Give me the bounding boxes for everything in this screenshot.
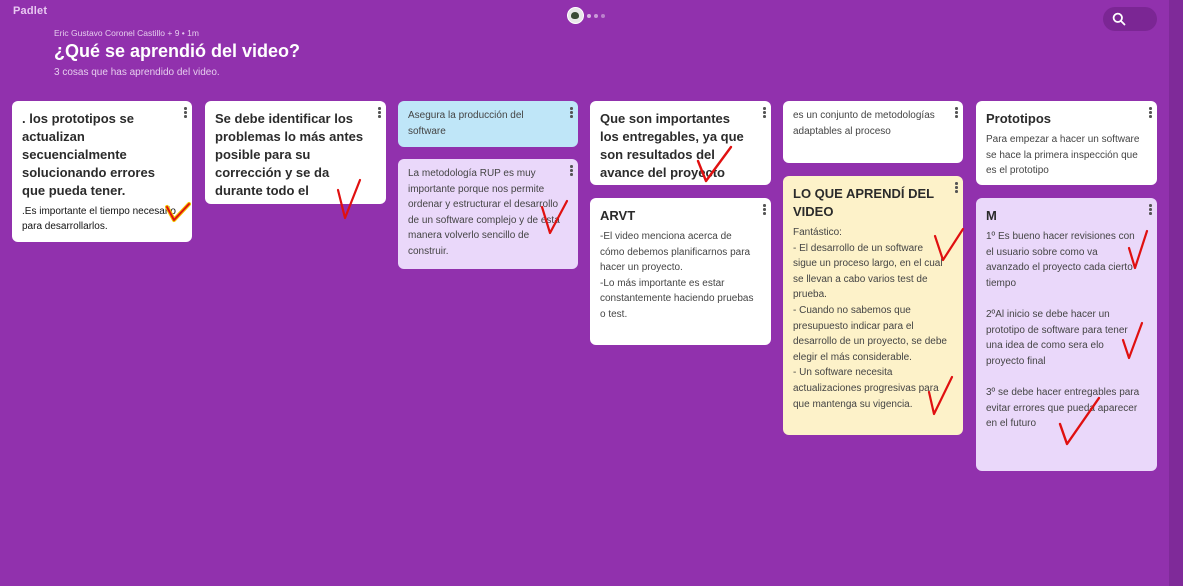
more-options-icon[interactable] xyxy=(954,182,959,194)
post-card[interactable]: M 1º Es bueno hacer revisiones con el us… xyxy=(976,198,1157,471)
post-card[interactable]: Se debe identificar los problemas lo más… xyxy=(205,101,386,204)
search-button[interactable] xyxy=(1103,7,1157,31)
post-title: Que son importantes los entregables, ya … xyxy=(600,111,744,180)
post-card[interactable]: ARVT -El video menciona acerca de cómo d… xyxy=(590,198,771,345)
post-title: LO QUE APRENDÍ DEL VIDEO xyxy=(793,186,934,219)
post-body: 1º Es bueno hacer revisiones con el usua… xyxy=(986,231,1140,430)
more-options-icon[interactable] xyxy=(377,107,382,119)
more-options-icon[interactable] xyxy=(762,107,767,119)
more-options-icon[interactable] xyxy=(762,204,767,216)
post-title: ARVT xyxy=(600,208,636,223)
presence-dot xyxy=(587,13,591,18)
post-card[interactable]: Asegura la producción del software xyxy=(398,101,578,147)
collaborators-presence[interactable] xyxy=(567,7,605,24)
post-card[interactable]: Que son importantes los entregables, ya … xyxy=(590,101,771,185)
post-body: Para empezar a hacer un software se hace… xyxy=(986,134,1140,177)
post-title: Prototipos xyxy=(986,111,1051,126)
more-options-icon[interactable] xyxy=(1148,204,1153,216)
post-card[interactable]: LO QUE APRENDÍ DEL VIDEO Fantástico: - E… xyxy=(783,176,963,435)
post-body: La metodología RUP es muy importante por… xyxy=(408,168,560,257)
presence-dot xyxy=(601,13,605,18)
post-body: Asegura la producción del software xyxy=(408,110,524,137)
post-body: Fantástico: - El desarrollo de un softwa… xyxy=(793,227,947,410)
post-body: es un conjunto de metodologías adaptable… xyxy=(793,110,935,137)
board-author-meta[interactable]: Eric Gustavo Coronel Castillo + 9 • 1m xyxy=(54,28,199,38)
collaborator-avatar[interactable] xyxy=(567,7,584,24)
more-options-icon[interactable] xyxy=(1148,107,1153,119)
window-scrollbar[interactable] xyxy=(1169,0,1183,586)
presence-dot xyxy=(594,13,598,18)
post-card[interactable]: . los prototipos se actualizan secuencia… xyxy=(12,101,192,242)
more-options-icon[interactable] xyxy=(569,165,574,177)
more-options-icon[interactable] xyxy=(954,107,959,119)
post-body: .Es importante el tiempo necesario para … xyxy=(22,206,176,232)
post-card[interactable]: La metodología RUP es muy importante por… xyxy=(398,159,578,269)
post-card[interactable]: es un conjunto de metodologías adaptable… xyxy=(783,101,963,163)
board-title: ¿Qué se aprendió del video? xyxy=(54,41,301,61)
post-title: . los prototipos se actualizan secuencia… xyxy=(22,111,155,198)
more-options-icon[interactable] xyxy=(183,107,188,119)
search-icon xyxy=(1112,12,1126,26)
padlet-logo[interactable]: Padlet xyxy=(13,5,47,17)
post-title: M xyxy=(986,208,997,223)
post-card[interactable]: Prototipos Para empezar a hacer un softw… xyxy=(976,101,1157,185)
board-subtitle: 3 cosas que has aprendido del video. xyxy=(54,67,220,78)
post-title: Se debe identificar los problemas lo más… xyxy=(215,111,364,204)
more-options-icon[interactable] xyxy=(569,107,574,119)
post-body: -El video menciona acerca de cómo debemo… xyxy=(600,231,754,320)
